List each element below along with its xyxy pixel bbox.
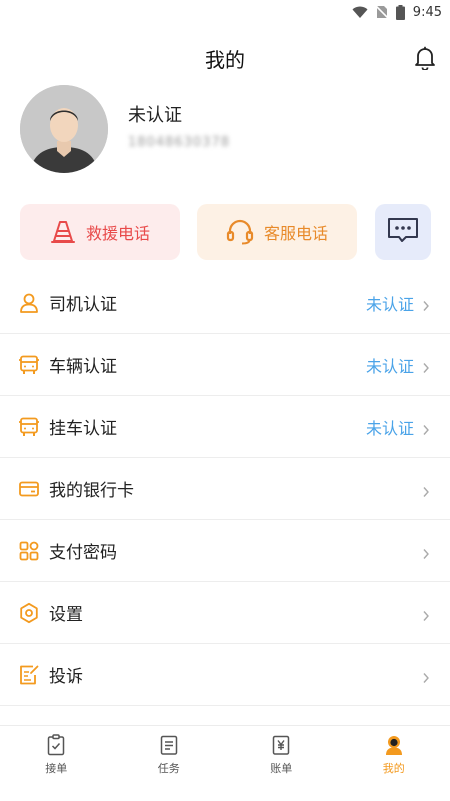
tab-label: 账单 — [270, 760, 292, 776]
chevron-right-icon — [422, 421, 430, 433]
truck-icon — [18, 354, 40, 376]
bank-card-icon — [18, 478, 40, 500]
tab-label: 任务 — [158, 760, 180, 776]
status-badge: 未认证 — [366, 415, 414, 439]
driver-icon — [18, 292, 40, 314]
bottom-tab-bar: 接单 任务 账单 我的 — [0, 725, 450, 801]
profile-card[interactable]: 未认证 18048630378 — [20, 84, 440, 174]
chevron-right-icon — [422, 483, 430, 495]
menu-item-pay-password[interactable]: 支付密码 — [0, 520, 450, 582]
tab-tasks[interactable]: 任务 — [113, 726, 226, 801]
menu-item-label: 投诉 — [49, 662, 83, 687]
customer-service-button[interactable]: 客服电话 — [197, 204, 357, 260]
tab-mine[interactable]: 我的 — [338, 726, 450, 801]
wifi-icon — [352, 6, 368, 19]
status-badge: 未认证 — [366, 291, 414, 315]
status-badge: 未认证 — [366, 353, 414, 377]
menu-item-label: 支付密码 — [49, 538, 117, 563]
rescue-phone-button[interactable]: 救援电话 — [20, 204, 180, 260]
menu-list: 司机认证 未认证 车辆认证 未认证 — [0, 272, 450, 706]
no-sim-icon — [376, 5, 388, 19]
headset-icon — [226, 219, 254, 245]
chevron-right-icon — [422, 359, 430, 371]
tab-orders[interactable]: 接单 — [0, 726, 113, 801]
chevron-right-icon — [422, 607, 430, 619]
grid-icon — [18, 540, 40, 562]
chat-bubble-icon — [387, 216, 419, 248]
avatar[interactable] — [20, 85, 108, 173]
chevron-right-icon — [422, 669, 430, 681]
profile-name: 未认证 — [128, 101, 230, 127]
menu-item-settings[interactable]: 设置 — [0, 582, 450, 644]
person-icon — [383, 734, 405, 756]
notification-bell-icon[interactable] — [414, 46, 436, 70]
trailer-icon — [18, 416, 40, 438]
complaint-icon — [18, 664, 40, 686]
menu-item-label: 设置 — [49, 600, 83, 625]
menu-item-bank-card[interactable]: 我的银行卡 — [0, 458, 450, 520]
tab-bills[interactable]: 账单 — [225, 726, 338, 801]
profile-phone: 18048630378 — [128, 135, 230, 150]
message-button[interactable] — [375, 204, 431, 260]
menu-item-trailer-auth[interactable]: 挂车认证 未认证 — [0, 396, 450, 458]
tab-label: 我的 — [383, 760, 405, 776]
battery-icon — [396, 5, 405, 20]
chevron-right-icon — [422, 297, 430, 309]
menu-item-complaint[interactable]: 投诉 — [0, 644, 450, 706]
menu-item-label: 车辆认证 — [49, 352, 117, 377]
chevron-right-icon — [422, 545, 430, 557]
menu-item-driver-auth[interactable]: 司机认证 未认证 — [0, 272, 450, 334]
customer-service-label: 客服电话 — [264, 220, 328, 244]
traffic-cone-icon — [50, 219, 76, 245]
menu-item-label: 司机认证 — [49, 290, 117, 315]
list-doc-icon — [158, 734, 180, 756]
yen-bill-icon — [270, 734, 292, 756]
rescue-phone-label: 救援电话 — [86, 220, 150, 244]
menu-item-vehicle-auth[interactable]: 车辆认证 未认证 — [0, 334, 450, 396]
page-title: 我的 — [205, 44, 245, 73]
clipboard-check-icon — [45, 734, 67, 756]
status-bar: 9:45 — [0, 0, 450, 24]
tab-label: 接单 — [45, 760, 67, 776]
status-time: 9:45 — [413, 5, 442, 20]
page-header: 我的 — [0, 36, 450, 80]
menu-item-label: 挂车认证 — [49, 414, 117, 439]
quick-actions: 救援电话 客服电话 — [20, 204, 432, 260]
profile-info: 未认证 18048630378 — [128, 101, 230, 150]
gear-icon — [18, 602, 40, 624]
menu-item-label: 我的银行卡 — [49, 476, 134, 501]
